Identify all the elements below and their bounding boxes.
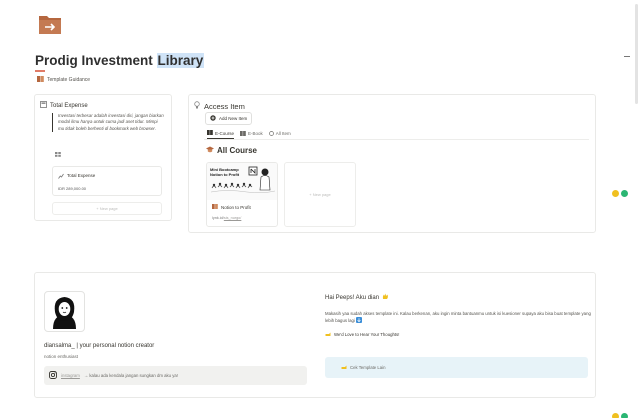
instagram-icon	[49, 371, 57, 380]
profile-role: notion enthusiast	[44, 354, 79, 359]
chart-icon	[58, 173, 64, 180]
access-item-heading: Access Item	[204, 101, 245, 111]
pointing-hand-icon	[325, 331, 331, 338]
profile-name: diansalma_ | your personal notion creato…	[44, 343, 155, 349]
course-url-prefix: lynk.id/	[212, 216, 224, 220]
access-item-panel: Access Item Add New Item E-Course E-Book…	[188, 94, 596, 233]
expense-card-title: Total Expense	[58, 173, 95, 180]
plus-circle-icon	[210, 115, 216, 122]
book-icon	[37, 76, 44, 84]
book-icon	[240, 130, 246, 137]
greeting-text: Hai Peeps! Aku dian	[325, 294, 380, 301]
chat-button-icon[interactable]	[621, 413, 628, 418]
instagram-text: → kalau ada kendala jangan sungkan dm ak…	[83, 373, 178, 378]
all-course-heading: All Course	[206, 146, 257, 155]
floating-buttons	[612, 190, 628, 197]
total-expense-panel: Total Expense Investasi terbesar adalah …	[34, 94, 172, 221]
page-title[interactable]: Prodig Investment Library	[35, 53, 205, 68]
spellcheck-underline	[35, 70, 45, 72]
total-expense-header: Total Expense	[40, 101, 88, 110]
down-arrow-icon	[356, 317, 363, 323]
expense-card-label: Total Expense	[67, 173, 96, 178]
book-icon	[207, 130, 213, 136]
tab-e-book[interactable]: E-Book	[240, 130, 263, 139]
all-course-title: All Course	[217, 146, 258, 155]
instagram-callout: instagram → kalau ada kendala jangan sun…	[44, 366, 307, 385]
course-url[interactable]: lynk.id/sis_nurgo/	[212, 216, 241, 220]
tab-e-course-label: E-Course	[215, 130, 235, 136]
floating-buttons-bottom	[612, 413, 628, 418]
tab-divider	[204, 139, 589, 140]
course-url-link[interactable]: sis_nurgo/	[224, 216, 242, 220]
welcome-paragraph: Makasih yaa sudah akses template ini. Ka…	[325, 310, 595, 324]
expense-summary-card[interactable]: Total Expense IDR 289,000.00	[52, 166, 162, 196]
avatar-illustration	[53, 297, 76, 329]
page-title-main: Prodig Investment	[35, 53, 157, 68]
motivation-quote: Investasi terbesar adalah investasi diri…	[52, 113, 164, 132]
instagram-link[interactable]: instagram	[61, 373, 80, 378]
calculator-icon	[40, 101, 47, 110]
tab-e-course[interactable]: E-Course	[207, 130, 235, 139]
avatar	[44, 291, 85, 332]
add-new-item-button[interactable]: Add New Item	[205, 112, 253, 125]
folder-arrow-icon[interactable]	[38, 13, 62, 35]
tab-all-item-label: All Item	[275, 131, 291, 136]
other-templates-label: Cek Template Lain	[350, 365, 386, 370]
add-new-item-label: Add New Item	[219, 116, 248, 121]
circle-icon	[268, 130, 274, 137]
total-expense-heading: Total Expense	[50, 102, 88, 109]
page-title-highlight: Library	[156, 53, 205, 68]
course-name-label: Notion to Profit	[221, 204, 251, 210]
welcome-paragraph-text: Makasih yaa sudah akses template ini. Ka…	[325, 311, 591, 323]
emoji-button-icon[interactable]	[612, 190, 619, 197]
guidance-label: Template Guidance	[47, 77, 91, 83]
access-item-header: Access Item	[194, 101, 245, 111]
course-cover-title: Mini Bootcamp Notion to Profit	[210, 167, 239, 177]
course-card-notion-to-profit[interactable]: Mini Bootcamp Notion to Profit Notion to…	[206, 162, 278, 227]
tab-e-book-label: E-Book	[248, 131, 263, 136]
expense-card-value: IDR 289,000.00	[58, 186, 87, 191]
lightbulb-icon	[194, 101, 200, 111]
chat-button-icon[interactable]	[621, 190, 628, 197]
scrollbar[interactable]	[635, 4, 638, 104]
menu-handle-icon[interactable]	[624, 56, 630, 57]
feedback-link[interactable]: We'd Love to Hear Your Thoughts!	[325, 331, 399, 338]
view-tabs: E-Course E-Book All Item	[207, 130, 291, 139]
template-guidance-link[interactable]: Template Guidance	[37, 76, 90, 84]
other-templates-callout[interactable]: Cek Template Lain	[325, 357, 588, 378]
course-name: Notion to Profit	[212, 204, 251, 210]
wave-hand-icon	[382, 293, 389, 302]
course-cover: Mini Bootcamp Notion to Profit	[207, 163, 277, 200]
gallery-view-icon[interactable]	[55, 152, 61, 159]
new-page-card[interactable]: + New page	[284, 162, 356, 227]
cover-title-line2: Notion to Profit	[210, 172, 240, 177]
feedback-text: We'd Love to Hear Your Thoughts!	[334, 332, 400, 337]
book-icon	[212, 204, 218, 210]
new-page-button[interactable]: + New page	[52, 202, 162, 215]
greeting-heading: Hai Peeps! Aku dian	[325, 293, 389, 302]
tab-all-item[interactable]: All Item	[268, 130, 291, 139]
emoji-button-icon[interactable]	[612, 413, 619, 418]
pointing-hand-icon	[341, 364, 347, 371]
graduation-cap-icon	[206, 146, 214, 155]
